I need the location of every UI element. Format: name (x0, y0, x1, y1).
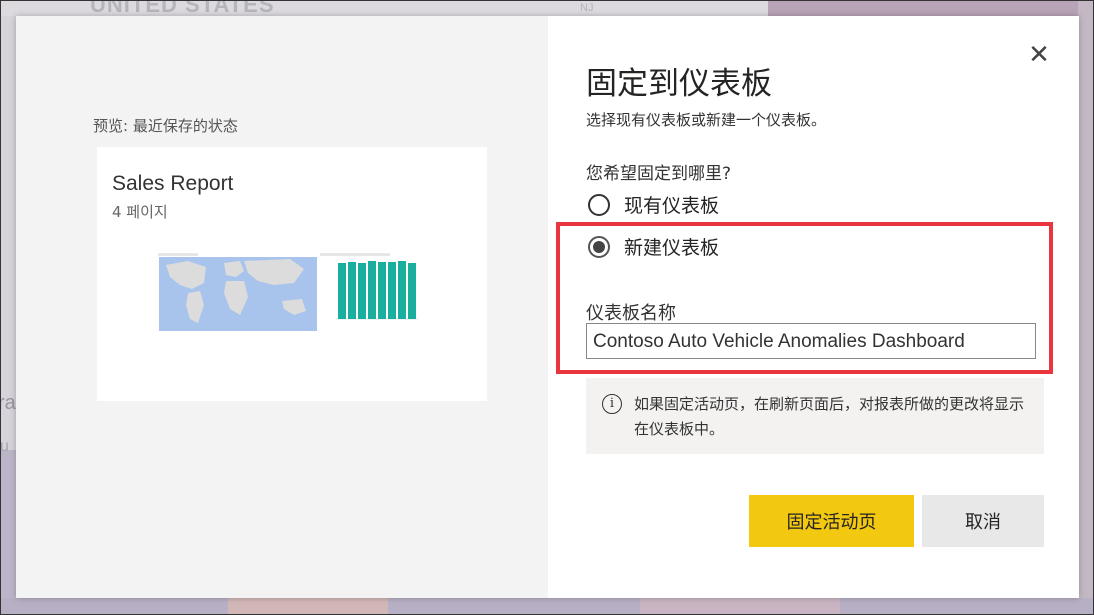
background-left-text: ra (0, 392, 16, 414)
background-top-right-block (768, 0, 1078, 16)
radio-button-selected-icon[interactable] (588, 235, 610, 258)
bar-thumbnail-bar (398, 261, 406, 319)
bar-thumbnail-bar (348, 262, 356, 319)
info-notice: i 如果固定活动页，在刷新页面后，对报表所做的更改将显示在仪表板中。 (586, 378, 1044, 454)
preview-label: 预览: 最近保存的状态 (93, 117, 238, 135)
bar-thumbnail-bar (338, 263, 346, 319)
dialog-title: 固定到仪表板 (586, 66, 772, 102)
pin-to-dashboard-dialog: 预览: 最近保存的状态 Sales Report 4 페이지 ✕ 固定到仪表板 … (16, 16, 1079, 598)
info-icon: i (602, 394, 622, 414)
report-thumbnail (158, 253, 420, 333)
form-pane: ✕ 固定到仪表板 选择现有仪表板或新建一个仪表板。 您希望固定到哪里? 现有仪表… (548, 16, 1079, 598)
radio-existing-dashboard[interactable]: 现有仪表板 (588, 191, 719, 218)
background-map-label: NJ (580, 2, 594, 14)
dashboard-name-value: Contoso Auto Vehicle Anomalies Dashboard (593, 331, 965, 352)
report-preview-card: Sales Report 4 페이지 (97, 147, 487, 401)
radio-label-existing: 现有仪表板 (624, 195, 720, 217)
background-bottom-strip (0, 598, 1094, 615)
radio-dot (593, 240, 605, 253)
map-thumbnail-caption (158, 253, 198, 256)
report-page-count: 4 페이지 (112, 203, 168, 221)
background-right-strip (1078, 0, 1094, 600)
bar-thumbnail-bar (378, 262, 386, 319)
cancel-button[interactable]: 取消 (922, 495, 1044, 547)
radio-button-icon[interactable] (588, 193, 610, 216)
bar-thumbnail-bar (358, 263, 366, 319)
background-bottom-tile (228, 598, 388, 615)
close-icon[interactable]: ✕ (1027, 42, 1051, 68)
radio-label-new: 新建仪表板 (624, 237, 720, 259)
bar-thumbnail-bar (388, 262, 396, 319)
report-title: Sales Report (112, 172, 234, 195)
dashboard-name-label: 仪表板名称 (586, 303, 676, 324)
pin-live-page-button[interactable]: 固定活动页 (749, 495, 914, 547)
dashboard-name-input[interactable]: Contoso Auto Vehicle Anomalies Dashboard (586, 323, 1036, 359)
radio-new-dashboard[interactable]: 新建仪表板 (588, 233, 719, 260)
preview-pane: 预览: 最近保存的状态 Sales Report 4 페이지 (16, 16, 548, 598)
dialog-subtitle: 选择现有仪表板或新建一个仪表板。 (586, 111, 827, 129)
bar-thumbnail-caption (320, 253, 390, 256)
bar-thumbnail-bar (408, 263, 416, 319)
bar-thumbnail-bar (368, 261, 376, 319)
info-text: 如果固定活动页，在刷新页面后，对报表所做的更改将显示在仪表板中。 (634, 395, 1025, 438)
background-left-text-2: u (0, 438, 9, 455)
destination-question: 您希望固定到哪里? (586, 164, 732, 184)
background-bottom-tile-2 (640, 598, 840, 615)
